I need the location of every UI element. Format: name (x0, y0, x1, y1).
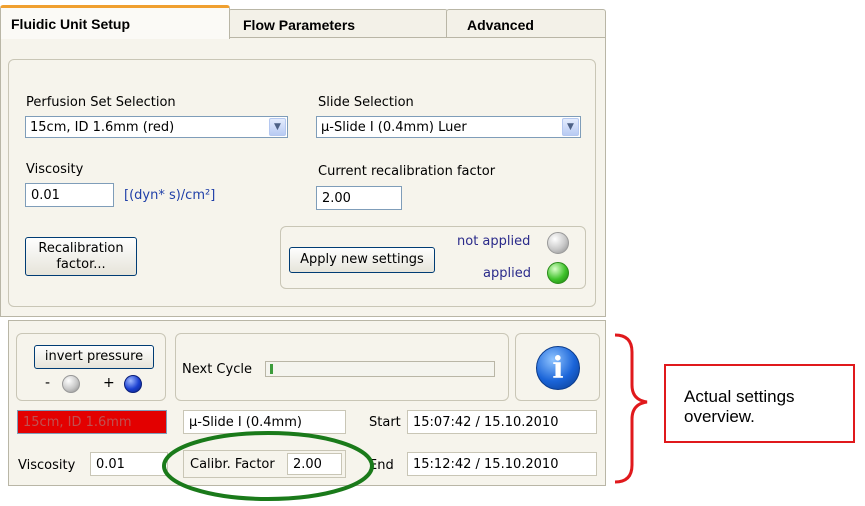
tab-flow-parameters[interactable]: Flow Parameters (228, 9, 448, 39)
viscosity-unit: [(dyn* s)/cm²] (124, 188, 216, 203)
tab-fluidic-unit-setup[interactable]: Fluidic Unit Setup (0, 5, 230, 39)
chevron-down-icon[interactable]: ▼ (269, 118, 286, 136)
viscosity-label: Viscosity (26, 162, 84, 177)
perfusion-set-select[interactable]: 15cm, ID 1.6mm (red) ▼ (25, 116, 288, 138)
slide-value: µ-Slide I (0.4mm) Luer (321, 119, 467, 135)
recalibration-factor-value: 2.00 (322, 190, 351, 206)
not-applied-label: not applied (457, 234, 531, 249)
recalibration-factor-button[interactable]: Recalibration factor... (25, 237, 137, 276)
apply-button-label: Apply new settings (300, 252, 424, 267)
setup-panel: Perfusion Set Selection 15cm, ID 1.6mm (… (0, 37, 606, 317)
slide-select[interactable]: µ-Slide I (0.4mm) Luer ▼ (316, 116, 581, 138)
applied-led-icon (547, 262, 569, 284)
apply-new-settings-button[interactable]: Apply new settings (289, 247, 435, 273)
viscosity-value: 0.01 (31, 187, 60, 203)
applied-label: applied (483, 266, 531, 281)
recalibration-factor-label: Current recalibration factor (318, 164, 496, 179)
curly-brace (614, 333, 648, 484)
tab-label: Advanced (467, 16, 534, 33)
chevron-down-icon[interactable]: ▼ (562, 118, 579, 136)
recalibration-factor-input[interactable]: 2.00 (316, 186, 402, 210)
tab-label: Fluidic Unit Setup (11, 15, 130, 32)
tab-label: Flow Parameters (243, 16, 356, 33)
green-highlight-ellipse (162, 431, 374, 501)
recalibration-button-label: Recalibration factor... (38, 240, 124, 272)
perfusion-set-value: 15cm, ID 1.6mm (red) (30, 119, 175, 135)
slide-selection-label: Slide Selection (318, 95, 414, 110)
viscosity-input[interactable]: 0.01 (25, 183, 114, 207)
perfusion-set-label: Perfusion Set Selection (26, 95, 176, 110)
callout-text: Actual settings overview. (684, 387, 795, 426)
tab-advanced[interactable]: Advanced (446, 9, 606, 39)
not-applied-led-icon (547, 232, 569, 254)
